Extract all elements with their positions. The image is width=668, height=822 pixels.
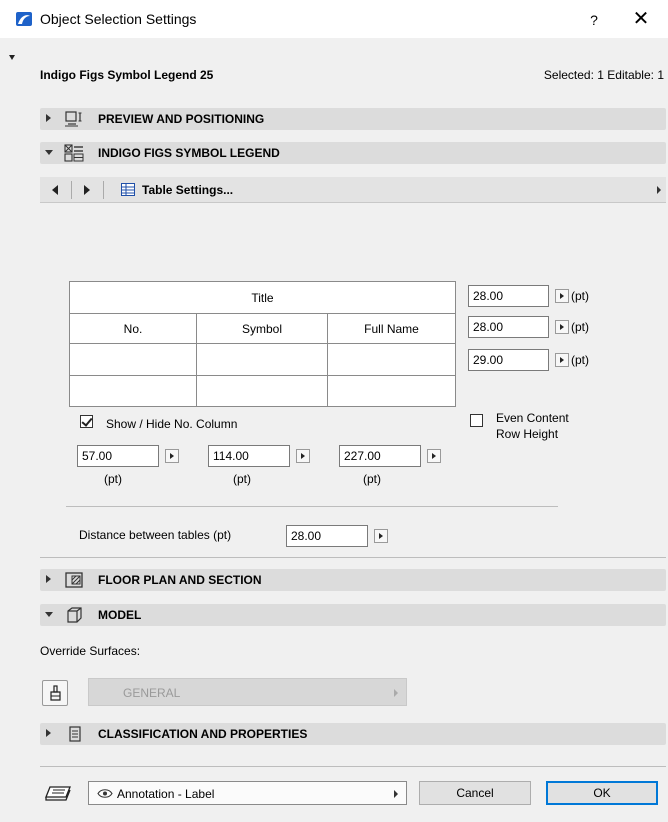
section-label: MODEL (98, 608, 142, 622)
pin-arrow-icon[interactable] (9, 55, 15, 60)
floor-plan-icon (65, 572, 83, 588)
page-navigator: Table Settings... (40, 177, 666, 203)
model-cube-icon (67, 607, 82, 623)
page-menu-arrow-icon[interactable] (657, 186, 661, 194)
table-cell (327, 375, 456, 407)
section-symbol-legend[interactable]: INDIGO FIGS SYMBOL LEGEND (40, 142, 666, 164)
column-width-stepper[interactable] (165, 449, 179, 463)
unit-label: (pt) (104, 472, 122, 486)
divider (103, 181, 104, 199)
distance-input[interactable]: 28.00 (286, 525, 368, 547)
column-header-no: No. (69, 313, 197, 344)
row-height-label: Row Height (496, 427, 559, 441)
table-cell (69, 343, 197, 376)
show-hide-no-column-checkbox[interactable] (80, 415, 93, 428)
distance-stepper[interactable] (374, 529, 388, 543)
override-surfaces-button[interactable] (42, 680, 68, 706)
unit-label: (pt) (571, 320, 589, 334)
symbol-column-width-input[interactable]: 114.00 (208, 445, 290, 467)
cancel-button[interactable]: Cancel (419, 781, 531, 805)
column-header-symbol: Symbol (196, 313, 328, 344)
section-label: CLASSIFICATION AND PROPERTIES (98, 727, 308, 741)
column-width-stepper[interactable] (296, 449, 310, 463)
section-label: FLOOR PLAN AND SECTION (98, 573, 262, 587)
eye-icon (97, 789, 113, 798)
unit-label: (pt) (571, 353, 589, 367)
dropdown-arrow-icon (394, 689, 398, 697)
table-icon (121, 183, 135, 196)
row-height-stepper[interactable] (555, 289, 569, 303)
override-surfaces-label: Override Surfaces: (40, 644, 141, 658)
unit-label: (pt) (571, 289, 589, 303)
layer-dropdown[interactable]: Annotation - Label (88, 781, 407, 805)
preview-positioning-icon (65, 111, 82, 127)
expand-arrow-icon (46, 114, 51, 122)
divider (40, 557, 666, 558)
header-row-height-input[interactable]: 28.00 (468, 316, 549, 338)
symbol-legend-icon (64, 144, 84, 162)
table-cell (327, 343, 456, 376)
collapse-arrow-icon (45, 150, 53, 155)
table-cell (69, 375, 197, 407)
even-content-row-height-checkbox[interactable] (470, 414, 483, 427)
ok-button[interactable]: OK (546, 781, 658, 805)
unit-label: (pt) (233, 472, 251, 486)
surface-value: GENERAL (123, 686, 181, 700)
column-header-full-name: Full Name (327, 313, 456, 344)
paint-brush-icon (50, 685, 61, 701)
expand-arrow-icon (46, 575, 51, 583)
section-floor-plan[interactable]: FLOOR PLAN AND SECTION (40, 569, 666, 591)
classification-icon (69, 726, 81, 742)
row-height-stepper[interactable] (555, 353, 569, 367)
section-label: PREVIEW AND POSITIONING (98, 112, 265, 126)
expand-arrow-icon (46, 729, 51, 737)
table-cell (196, 343, 328, 376)
table-cell (196, 375, 328, 407)
legend-table-preview: Title No. Symbol Full Name (69, 281, 456, 407)
table-title-cell: Title (69, 281, 456, 314)
page-selector[interactable]: Table Settings... (142, 183, 233, 197)
distance-label: Distance between tables (pt) (79, 528, 232, 542)
selection-status: Selected: 1 Editable: 1 (543, 68, 664, 82)
layer-value: Annotation - Label (117, 787, 215, 801)
title-row-height-input[interactable]: 28.00 (468, 285, 549, 307)
close-button[interactable]: ✕ (626, 6, 656, 32)
help-button[interactable]: ? (580, 8, 608, 32)
previous-page-button[interactable] (46, 180, 66, 200)
divider (71, 181, 72, 199)
row-height-stepper[interactable] (555, 320, 569, 334)
window-title: Object Selection Settings (40, 11, 197, 27)
divider (66, 506, 558, 507)
divider (40, 766, 666, 767)
even-content-label: Even Content (496, 411, 569, 425)
unit-label: (pt) (363, 472, 381, 486)
show-hide-no-column-label: Show / Hide No. Column (106, 417, 238, 431)
next-page-button[interactable] (76, 180, 96, 200)
collapse-arrow-icon (45, 612, 53, 617)
dropdown-arrow-icon (394, 790, 398, 798)
no-column-width-input[interactable]: 57.00 (77, 445, 159, 467)
title-bar: Object Selection Settings ? ✕ (0, 0, 668, 38)
content-row-height-input[interactable]: 29.00 (468, 349, 549, 371)
section-model[interactable]: MODEL (40, 604, 666, 626)
layer-icon (45, 786, 71, 801)
section-preview-positioning[interactable]: PREVIEW AND POSITIONING (40, 108, 666, 130)
column-width-stepper[interactable] (427, 449, 441, 463)
archicad-app-icon (16, 12, 32, 26)
section-label: INDIGO FIGS SYMBOL LEGEND (98, 146, 280, 160)
full-name-column-width-input[interactable]: 227.00 (339, 445, 421, 467)
surface-dropdown[interactable]: GENERAL (88, 678, 407, 706)
object-name: Indigo Figs Symbol Legend 25 (40, 68, 214, 82)
section-classification[interactable]: CLASSIFICATION AND PROPERTIES (40, 723, 666, 745)
